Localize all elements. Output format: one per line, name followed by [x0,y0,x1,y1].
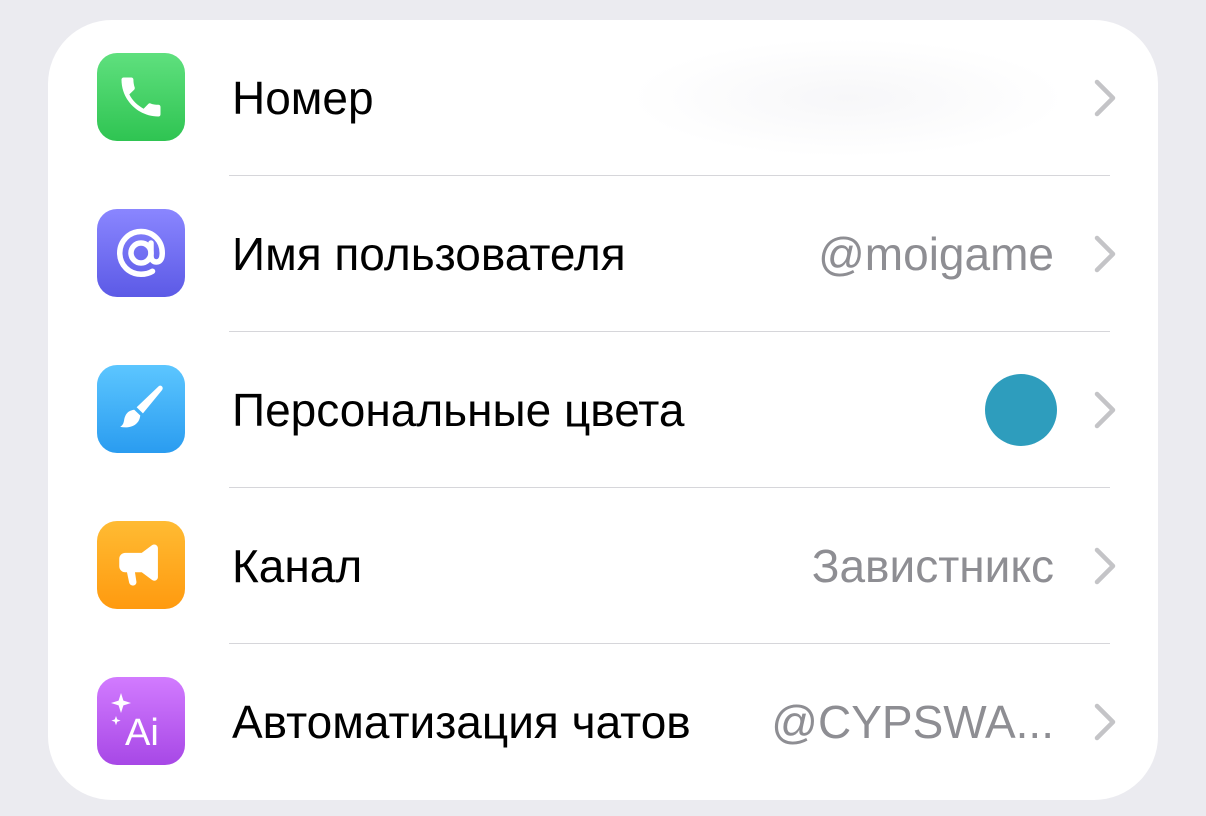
paintbrush-icon [97,365,185,453]
row-label: Автоматизация чатов [232,696,691,748]
chevron-right-icon [1094,703,1116,741]
phone-icon [97,53,185,141]
row-phone-number[interactable]: Номер [48,20,1158,176]
row-label: Имя пользователя [232,228,626,280]
at-sign-icon [97,209,185,297]
obscured-phone-value [628,38,1068,158]
row-label: Персональные цвета [232,384,685,436]
chevron-right-icon [1094,79,1116,117]
megaphone-icon [97,521,185,609]
chevron-right-icon [1094,547,1116,585]
row-username[interactable]: Имя пользователя @moigame [48,176,1158,332]
color-swatch [985,374,1057,446]
row-chat-automation[interactable]: Ai Автоматизация чатов @CYPSWA... [48,644,1158,800]
ai-sparkle-icon: Ai [97,677,185,765]
svg-text:Ai: Ai [125,712,159,754]
chat-automation-value: @CYPSWA... [771,696,1054,748]
channel-value: Завистникс [811,540,1054,592]
username-value: @moigame [818,228,1054,280]
row-channel[interactable]: Канал Завистникс [48,488,1158,644]
row-label: Номер [232,72,374,124]
row-label: Канал [232,540,363,592]
settings-group: Номер Имя пользователя @moigame Персонал… [48,20,1158,800]
chevron-right-icon [1094,235,1116,273]
row-personal-colors[interactable]: Персональные цвета [48,332,1158,488]
chevron-right-icon [1094,391,1116,429]
